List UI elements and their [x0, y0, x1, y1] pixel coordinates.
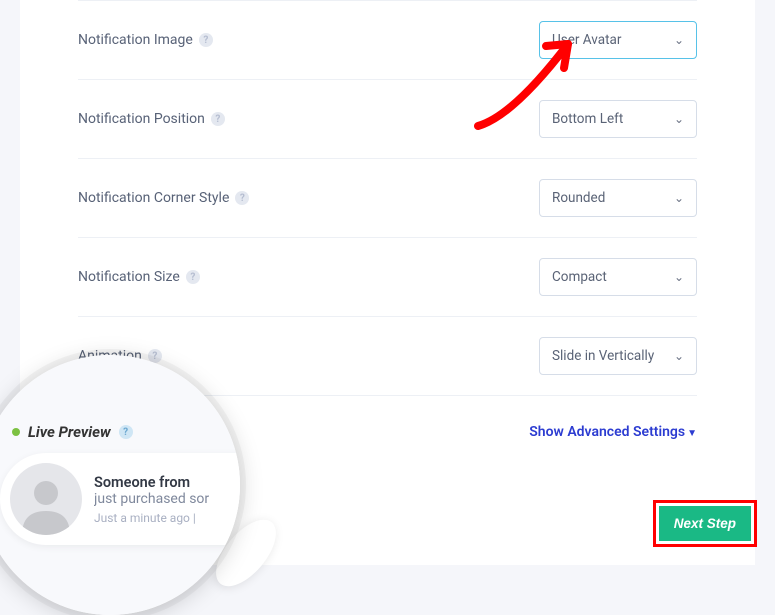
label-notification-corner-style: Notification Corner Style ?: [78, 190, 249, 206]
select-notification-corner-style[interactable]: Rounded ⌄: [539, 179, 697, 217]
label-notification-position: Notification Position ?: [78, 111, 225, 127]
select-animation[interactable]: Slide in Vertically ⌄: [539, 337, 697, 375]
help-icon[interactable]: ?: [199, 33, 213, 47]
label-notification-image: Notification Image ?: [78, 32, 213, 48]
status-dot-icon: [12, 428, 20, 436]
chevron-down-icon: ⌄: [674, 112, 684, 126]
row-notification-position: Notification Position ? Bottom Left ⌄: [78, 80, 697, 159]
row-notification-size: Notification Size ? Compact ⌄: [78, 238, 697, 317]
help-icon[interactable]: ?: [186, 270, 200, 284]
chevron-down-icon: ⌄: [674, 33, 684, 47]
notification-subtitle: just purchased sor: [94, 491, 240, 507]
notification-time: Just a minute ago |: [94, 511, 240, 525]
select-notification-image[interactable]: User Avatar ⌄: [539, 21, 697, 59]
next-step-button[interactable]: Next Step: [659, 506, 751, 541]
help-icon[interactable]: ?: [235, 191, 249, 205]
help-icon[interactable]: ?: [211, 112, 225, 126]
chevron-down-icon: ⌄: [674, 349, 684, 363]
avatar: [10, 463, 82, 535]
label-notification-size: Notification Size ?: [78, 269, 200, 285]
notification-title: Someone from: [94, 474, 240, 491]
chevron-down-icon: ⌄: [674, 270, 684, 284]
chevron-down-icon: ⌄: [674, 191, 684, 205]
live-preview-magnifier: Live Preview ? Someone from just purchas…: [0, 355, 240, 615]
next-step-highlight: Next Step: [653, 500, 757, 547]
select-notification-size[interactable]: Compact ⌄: [539, 258, 697, 296]
live-preview-title: Live Preview: [28, 423, 111, 441]
notification-preview: Someone from just purchased sor Just a m…: [0, 453, 240, 545]
caret-down-icon: ▼: [687, 428, 697, 439]
help-icon[interactable]: ?: [119, 425, 133, 439]
row-notification-image: Notification Image ? User Avatar ⌄: [78, 0, 697, 80]
select-notification-position[interactable]: Bottom Left ⌄: [539, 100, 697, 138]
row-notification-corner-style: Notification Corner Style ? Rounded ⌄: [78, 159, 697, 238]
